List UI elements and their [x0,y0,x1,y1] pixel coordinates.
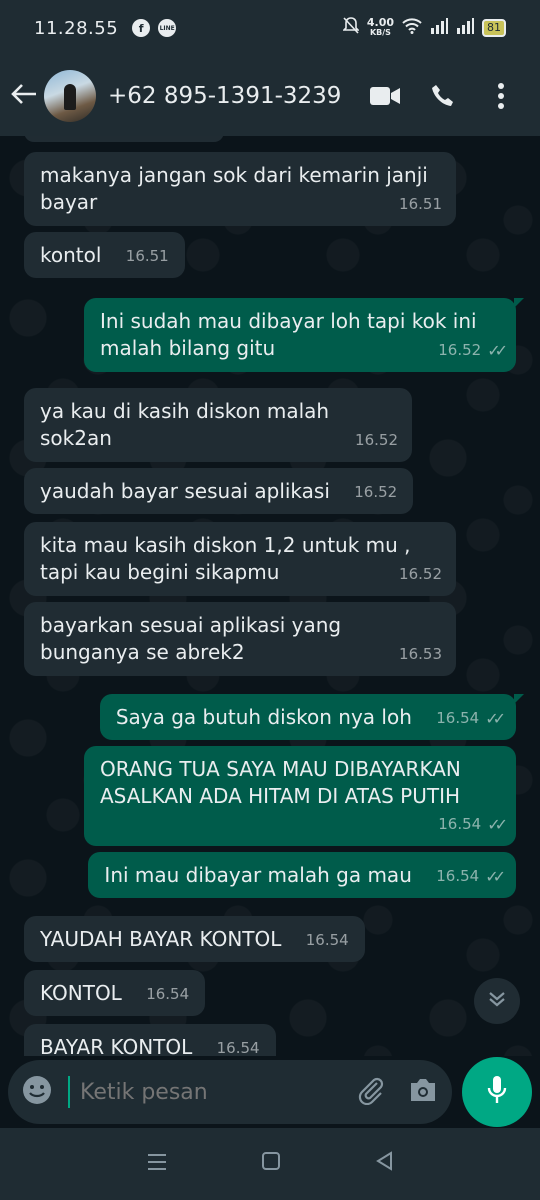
line-app-icon: LINE [158,19,177,37]
message-time: 16.52 [399,565,442,583]
message-bubble[interactable]: BAYAR KONTOL 16.54 [24,1024,276,1056]
message-meta: 16.54 ✓✓ [438,811,508,838]
status-bar: 11.28.55 f LINE ● 4.00 KB/S 81 [0,0,540,1056]
message-bubble[interactable]: Ini sudah mau dibayar loh tapi kok ini m… [84,298,524,372]
message-text: KONTOL [40,981,122,1005]
message-time: 16.54 [436,867,480,885]
message-bubble[interactable]: bayarkan sesuai aplikasi yang bunganya s… [24,602,456,676]
message-text: kita mau kasih diskon 1,2 untuk mu , tap… [40,533,411,584]
message-bubble[interactable]: yaudah bayar sesuai aplikasi 16.52 [24,468,414,514]
message-text: Ini sudah mau dibayar loh tapi kok ini m… [100,309,477,360]
paperclip-icon[interactable] [356,1075,386,1109]
camera-icon[interactable] [408,1077,438,1107]
message-time: 16.54 [305,931,349,949]
facebook-icon: f [132,19,151,37]
status-time: 11.28.55 [34,17,119,39]
message-bubble[interactable]: kita mau kasih diskon 1,2 untuk mu , tap… [24,522,456,596]
wifi-icon [402,18,422,38]
message-text: yaudah bayar sesuai aplikasi [40,479,330,503]
video-camera-icon[interactable] [362,73,408,119]
mute-icon [341,17,360,39]
emoji-icon[interactable] [22,1075,52,1109]
message-time: 16.52 [438,341,482,359]
message-text: ORANG TUA SAYA MAU DIBAYARKAN ASALKAN AD… [100,757,461,808]
message-input-bar [0,1056,540,1128]
double-check-icon: ✓✓ [485,709,506,728]
message-bubble[interactable]: ORANG TUA SAYA MAU DIBAYARKAN ASALKAN AD… [84,746,516,846]
message-time: 16.53 [399,645,442,663]
chat-header: +62 895-1391-3239 [0,56,540,136]
message-meta: 16.54 ✓✓ [436,705,506,732]
back-nav-icon[interactable] [375,1151,393,1177]
message-text: bayarkan sesuai aplikasi yang bunganya s… [40,613,342,664]
scroll-to-bottom-button[interactable] [474,978,520,1024]
battery-indicator: 81 [482,19,506,37]
message-time: 16.52 [355,431,398,449]
message-time: 16.51 [125,247,169,265]
message-text: kontol [40,243,102,267]
recents-icon[interactable] [147,1152,167,1177]
message-bubble[interactable]: ya kau di kasih diskon malah sok2an 16.5… [24,388,412,462]
status-indicators: 4.00 KB/S 81 [341,16,506,39]
double-check-icon: ✓✓ [487,341,508,360]
message-bubble[interactable]: KONTOL 16.54 [24,970,206,1016]
phone-icon[interactable] [420,73,466,119]
message-text: Ini mau dibayar malah ga mau [104,863,412,887]
signal-icon [430,18,448,38]
message-partial [24,136,224,142]
message-bubble[interactable]: YAUDAH BAYAR KONTOL 16.54 [24,916,365,962]
message-text: Saya ga butuh diskon nya loh [115,705,412,729]
message-text: ya kau di kasih diskon malah sok2an [40,399,330,450]
message-bubble[interactable]: makanya jangan sok dari kemarin janji ba… [24,152,456,226]
message-text: makanya jangan sok dari kemarin janji ba… [40,163,428,214]
message-time: 16.54 [438,815,482,833]
message-input[interactable] [68,1076,356,1108]
double-check-icon: ✓✓ [487,815,508,834]
contact-name[interactable]: +62 895-1391-3239 [108,83,350,109]
microphone-button[interactable] [462,1057,532,1127]
message-time: 16.54 [146,985,190,1003]
message-bubble[interactable]: Saya ga butuh diskon nya loh 16.54 ✓✓ [99,694,525,740]
message-meta: 16.54 ✓✓ [436,863,506,890]
net-speed-value: 4.00 [366,16,394,29]
message-text: YAUDAH BAYAR KONTOL [40,927,282,951]
signal-icon-2 [456,18,474,38]
chevron-double-down-icon [487,989,507,1013]
more-vertical-icon[interactable] [478,73,524,119]
message-meta: 16.52 ✓✓ [438,337,508,364]
message-time: 16.52 [354,483,398,501]
avatar[interactable] [44,70,96,122]
back-arrow-icon[interactable] [10,79,38,114]
message-bubble[interactable]: kontol 16.51 [24,232,185,278]
microphone-icon [487,1075,507,1109]
message-text: BAYAR KONTOL [40,1035,193,1056]
network-speed: 4.00 KB/S [366,16,394,38]
message-time: 16.54 [436,709,480,727]
home-icon[interactable] [261,1151,281,1177]
message-time: 16.51 [399,195,442,213]
message-bubble[interactable]: Ini mau dibayar malah ga mau 16.54 ✓✓ [88,852,516,898]
chat-area[interactable]: makanya jangan sok dari kemarin janji ba… [0,136,540,1056]
message-time: 16.54 [216,1039,260,1056]
system-nav-bar [0,1128,540,1200]
message-composer [8,1060,452,1124]
double-check-icon: ✓✓ [485,867,506,886]
net-speed-unit: KB/S [369,28,391,37]
